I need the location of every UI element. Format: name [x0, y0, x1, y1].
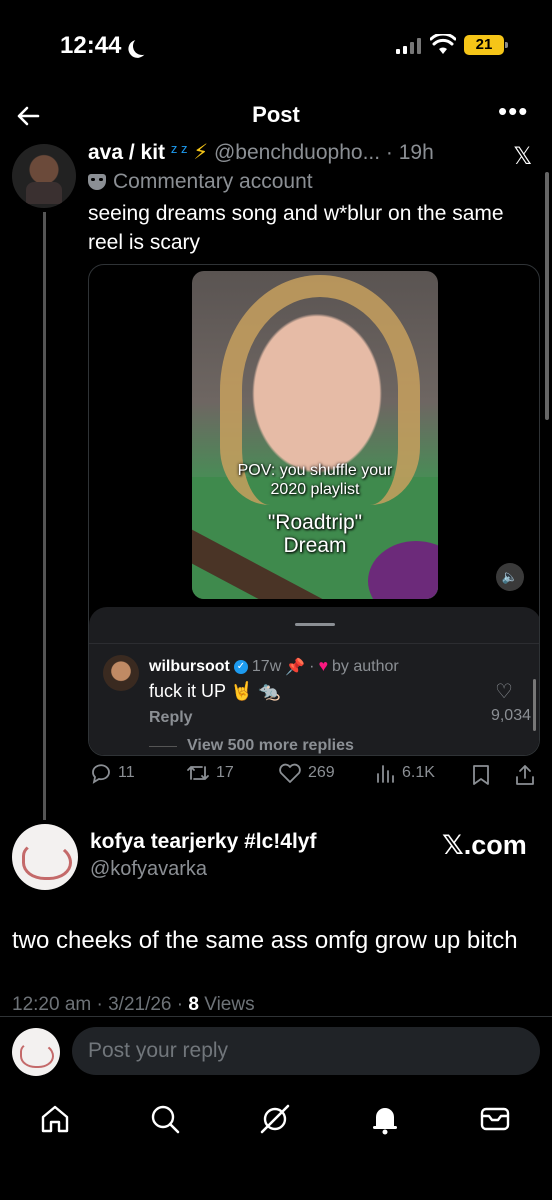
- quoted-post-text: seeing dreams song and w*blur on the sam…: [88, 202, 504, 254]
- scrollbar[interactable]: [545, 172, 549, 420]
- caption-line: Dream: [283, 534, 347, 557]
- post-text: two cheeks of the same ass omfg grow up …: [12, 927, 518, 954]
- divider: [89, 643, 539, 644]
- comment-age: 17w: [251, 658, 282, 675]
- repost-count: 17: [216, 764, 234, 781]
- account-label: Commentary account: [88, 170, 313, 194]
- handle-time: @benchduopho... · 19h: [213, 141, 434, 164]
- caption-line: POV: you shuffle your: [237, 462, 393, 479]
- reply-icon: [92, 764, 110, 784]
- wifi-icon: [430, 34, 456, 54]
- views-count: 6.1K: [402, 764, 435, 781]
- status-time: 12:44: [60, 32, 143, 60]
- thread-line: [43, 212, 46, 820]
- avatar[interactable]: [103, 655, 139, 691]
- comment-sheet: wilbursoot ✓ 17w 📌 · ♥ by author fuck it…: [89, 607, 539, 755]
- heart-icon: ♥: [318, 658, 329, 675]
- post-header: Post •••: [0, 96, 552, 136]
- video-caption-title: "Roadtrip" Dream: [192, 511, 438, 557]
- repost-icon: [187, 766, 209, 780]
- like-action[interactable]: 269: [278, 762, 335, 784]
- view-more-replies[interactable]: View 500 more replies: [149, 737, 354, 755]
- status-bar: 12:44 21: [0, 0, 552, 90]
- reply-input[interactable]: [72, 1027, 540, 1075]
- avatar[interactable]: [12, 824, 78, 890]
- like-count: 9,034: [490, 707, 531, 724]
- caption-line: "Roadtrip": [267, 511, 363, 534]
- account-label-text: Commentary account: [113, 170, 313, 193]
- lightning-icon: ⚡: [193, 141, 209, 164]
- sheet-handle[interactable]: [295, 623, 335, 626]
- comment-username[interactable]: wilbursoot: [149, 658, 230, 676]
- post-meta: 12:20 am · 3/21/26 · 8 Views: [12, 994, 255, 1016]
- reply-count: 11: [118, 764, 135, 781]
- search-icon[interactable]: [148, 1102, 182, 1136]
- heart-icon[interactable]: ♡: [495, 679, 513, 704]
- repost-action[interactable]: 17: [186, 762, 234, 784]
- verified-icon: ✓: [233, 660, 248, 674]
- heart-icon: [279, 763, 301, 783]
- comment-text: fuck it UP 🤘 🐀: [149, 681, 281, 701]
- mail-icon[interactable]: [478, 1102, 512, 1136]
- bookmark-icon[interactable]: [472, 764, 490, 786]
- sleep-emoji: z z: [170, 141, 188, 156]
- action-bar: 11 17 269 6.1K: [88, 762, 542, 792]
- time-label: 12:44: [60, 32, 122, 59]
- post-timestamp: 12:20 am · 3/21/26 ·: [12, 994, 189, 1015]
- views-label: Views: [198, 994, 255, 1015]
- share-icon[interactable]: [514, 764, 536, 786]
- views-action[interactable]: 6.1K: [376, 762, 435, 784]
- quoted-author[interactable]: ava / kit z z ⚡ @benchduopho... · 19h: [88, 140, 434, 165]
- media-card[interactable]: POV: you shuffle your 2020 playlist "Roa…: [88, 264, 540, 756]
- author-name[interactable]: kofya tearjerky #lc!4lyf: [90, 830, 316, 854]
- moon-icon: [132, 36, 153, 57]
- video-face: [232, 289, 402, 479]
- battery-icon: 21: [464, 35, 508, 55]
- scrollbar[interactable]: [533, 679, 536, 731]
- volume-icon[interactable]: 🔈: [496, 563, 524, 591]
- avatar: [12, 1028, 60, 1076]
- divider: [0, 1016, 552, 1017]
- video-caption-top: POV: you shuffle your 2020 playlist: [192, 461, 438, 499]
- comment-author: wilbursoot ✓ 17w 📌 · ♥ by author: [149, 657, 399, 677]
- mask-icon: [88, 174, 106, 190]
- like-count: 269: [308, 764, 335, 781]
- battery-level: 21: [475, 36, 493, 53]
- views-icon: [377, 765, 394, 783]
- author-handle[interactable]: @kofyavarka: [90, 858, 207, 881]
- page-title: Post: [252, 102, 300, 127]
- x-logo-icon: 𝕏: [513, 142, 533, 170]
- bell-icon[interactable]: [368, 1102, 402, 1136]
- video-player[interactable]: POV: you shuffle your 2020 playlist "Roa…: [192, 271, 438, 599]
- home-icon[interactable]: [38, 1102, 72, 1136]
- signal-icon: [396, 38, 421, 54]
- display-name: ava / kit: [88, 141, 166, 164]
- bottom-nav: [0, 1094, 552, 1144]
- avatar[interactable]: [12, 144, 76, 208]
- caption-line: 2020 playlist: [270, 481, 360, 498]
- liked-by-label: by author: [332, 658, 399, 675]
- pin-icon: 📌: [285, 659, 306, 676]
- views-count: 8: [188, 994, 199, 1015]
- more-icon[interactable]: •••: [498, 98, 528, 124]
- reply-button[interactable]: Reply: [149, 709, 193, 727]
- separator-dot: ·: [309, 658, 315, 675]
- reply-action[interactable]: 11: [90, 762, 135, 784]
- grok-icon[interactable]: [258, 1102, 292, 1136]
- x-watermark: 𝕏.com: [442, 830, 527, 860]
